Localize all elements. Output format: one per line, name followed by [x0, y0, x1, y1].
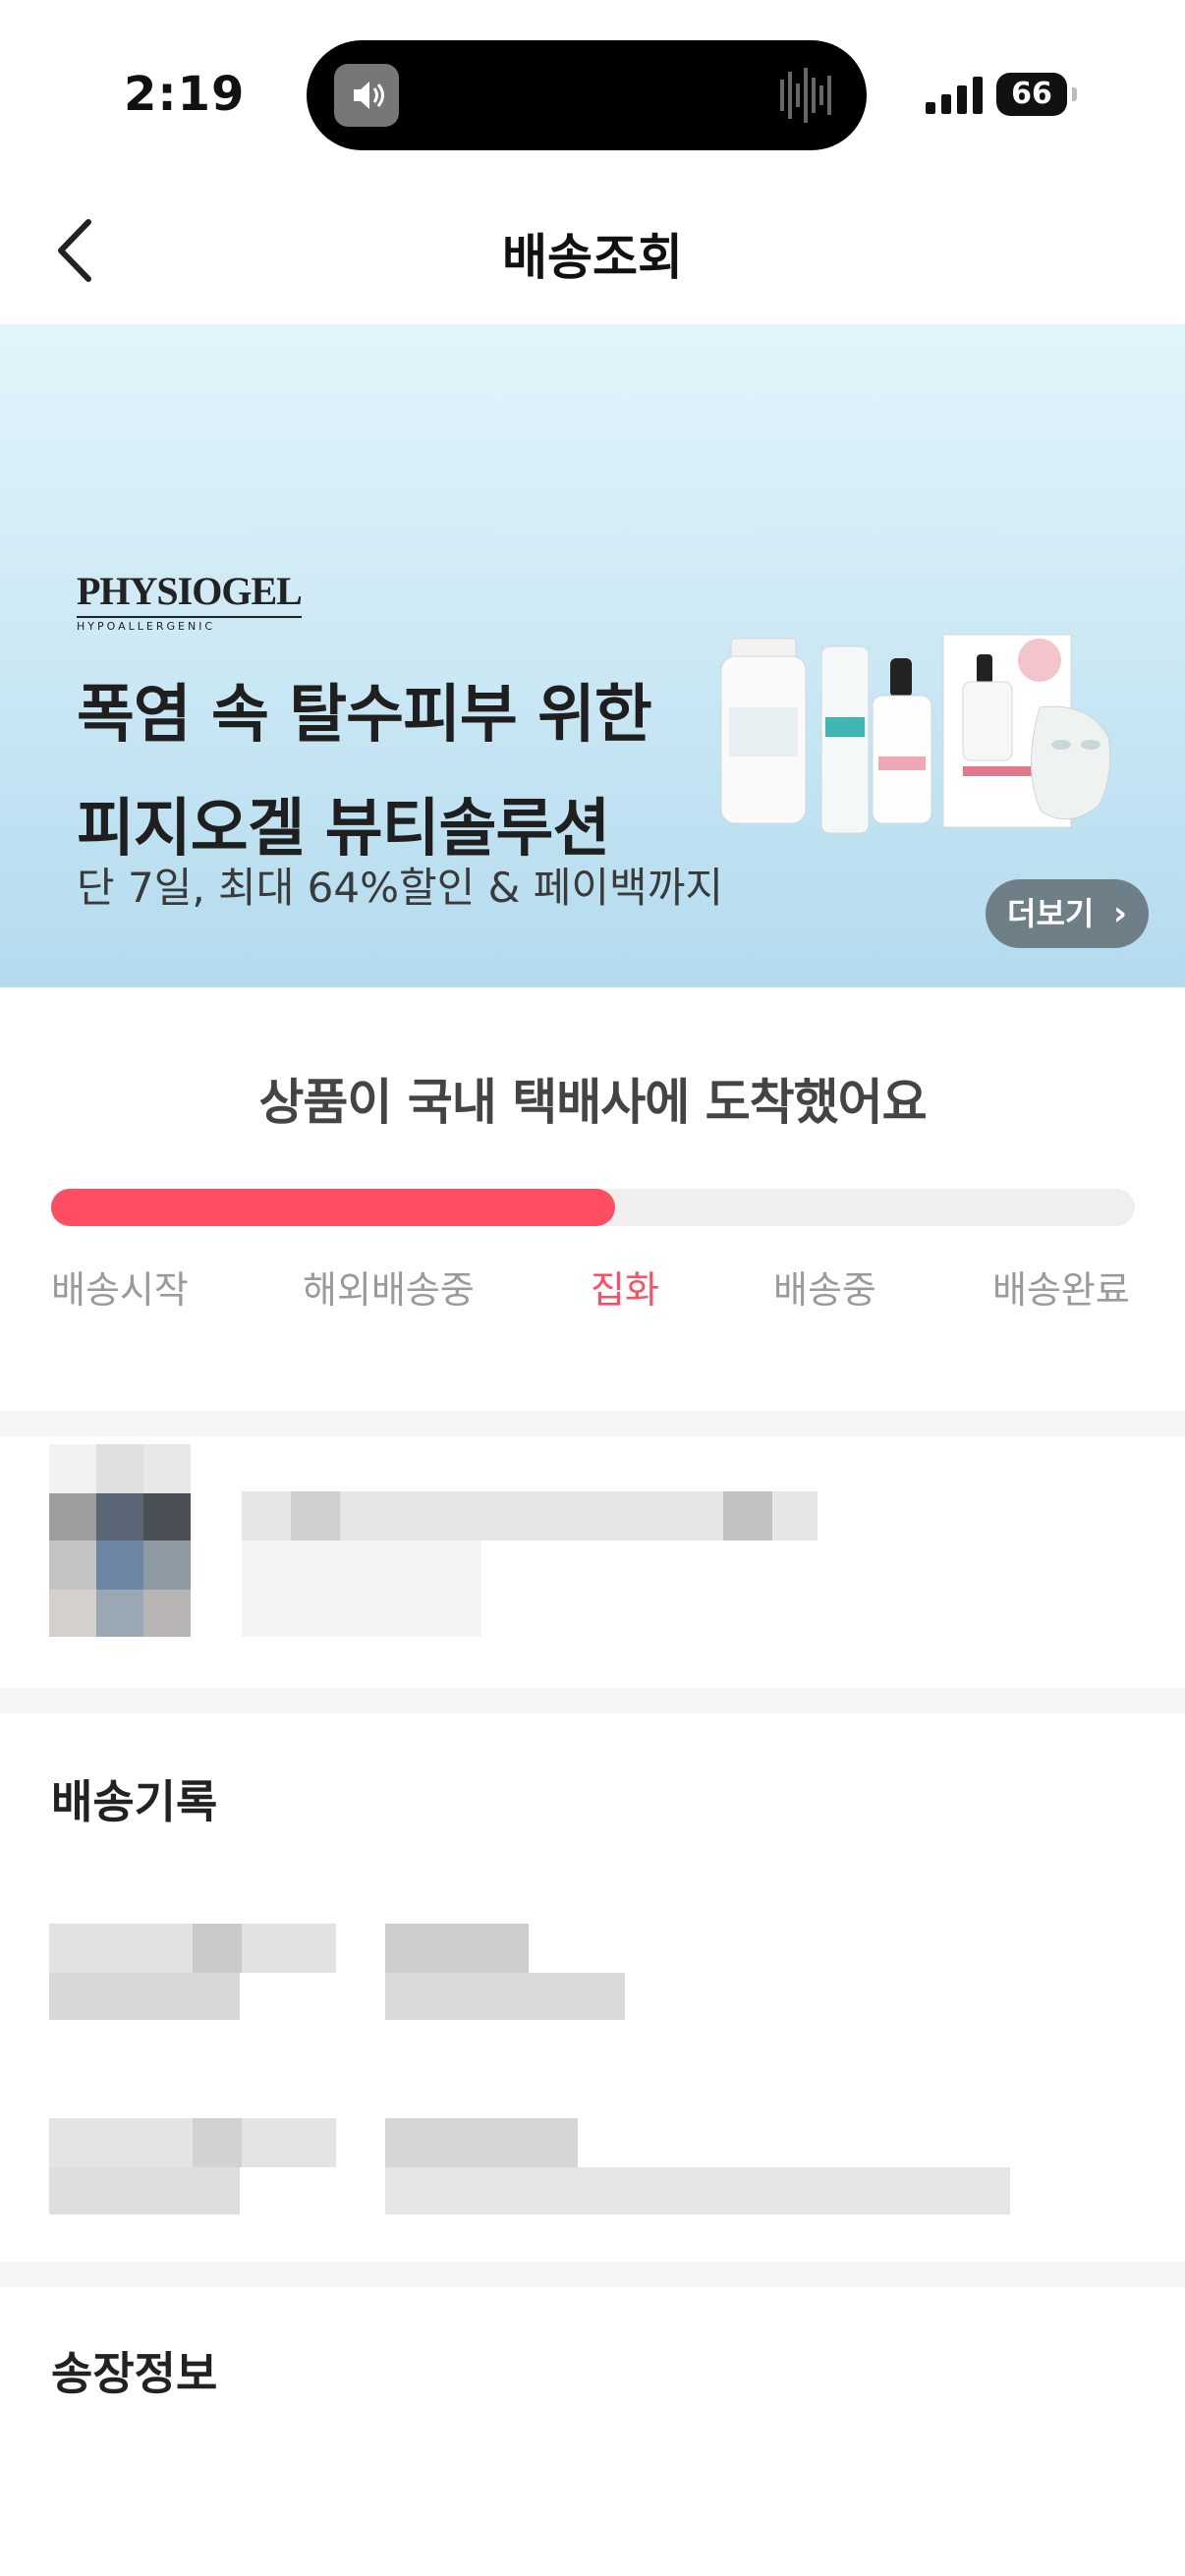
cellular-signal-icon — [926, 77, 983, 114]
chevron-right-icon: › — [1112, 894, 1127, 933]
delivery-history-title: 배송기록 — [51, 1775, 218, 1828]
step-shipping-started: 배송시작 — [51, 1268, 189, 1312]
banner-headline-line1: 폭염 속 탈수피부 위한 — [77, 679, 652, 752]
step-delivered: 배송완료 — [992, 1268, 1130, 1312]
delivery-progress-fill — [51, 1189, 615, 1226]
redacted-pixel — [723, 1491, 772, 1540]
step-pickup: 집화 — [591, 1268, 659, 1312]
history-location-redacted — [385, 1973, 625, 2020]
step-international-shipping: 해외배송중 — [303, 1268, 475, 1312]
section-divider — [0, 1688, 1185, 1713]
delivery-progress-bar — [51, 1189, 1135, 1226]
dynamic-island — [307, 40, 867, 150]
audio-wave-icon — [776, 64, 841, 127]
history-time-redacted — [49, 1973, 240, 2020]
battery-icon: 66 — [996, 73, 1077, 116]
history-location-redacted — [385, 2167, 1010, 2214]
banner-subtext: 단 7일, 최대 64%할인 & 페이백까지 — [77, 864, 723, 912]
more-button-label: 더보기 — [1007, 895, 1095, 932]
history-status-redacted — [385, 2118, 578, 2167]
status-time: 2:19 — [124, 67, 246, 122]
delivery-status-message: 상품이 국내 택배사에 도착했어요 — [258, 1074, 927, 1131]
section-divider — [0, 2262, 1185, 2287]
page-title: 배송조회 — [502, 229, 683, 286]
history-time-redacted — [49, 2167, 240, 2214]
product-thumbnail-redacted — [49, 1444, 191, 1637]
navigation-bar: 배송조회 — [0, 167, 1185, 324]
speaker-icon — [334, 64, 399, 127]
promo-banner[interactable]: PHYSIOGEL HYPOALLERGENIC 폭염 속 탈수피부 위한 피지… — [0, 324, 1185, 987]
history-status-redacted — [385, 1924, 529, 1973]
step-in-transit: 배송중 — [773, 1268, 876, 1312]
banner-headline: 폭염 속 탈수피부 위한 피지오겔 뷰티솔루션 — [77, 658, 652, 886]
product-image — [720, 634, 1111, 834]
section-divider — [0, 1411, 1185, 1436]
brand-logo: PHYSIOGEL HYPOALLERGENIC — [77, 569, 303, 633]
redacted-pixel — [291, 1491, 340, 1540]
redacted-pixel — [193, 2118, 242, 2167]
delivery-tracking-screen: 2:19 66 배송조회 PHYSIOGEL HYPOALLERGENIC 폭염… — [0, 0, 1185, 2576]
more-button[interactable]: 더보기 › — [986, 879, 1149, 948]
redacted-pixel — [193, 1924, 242, 1973]
product-option-redacted — [242, 1540, 481, 1637]
invoice-info-title: 송장정보 — [51, 2347, 218, 2400]
status-bar: 2:19 66 — [0, 0, 1185, 157]
